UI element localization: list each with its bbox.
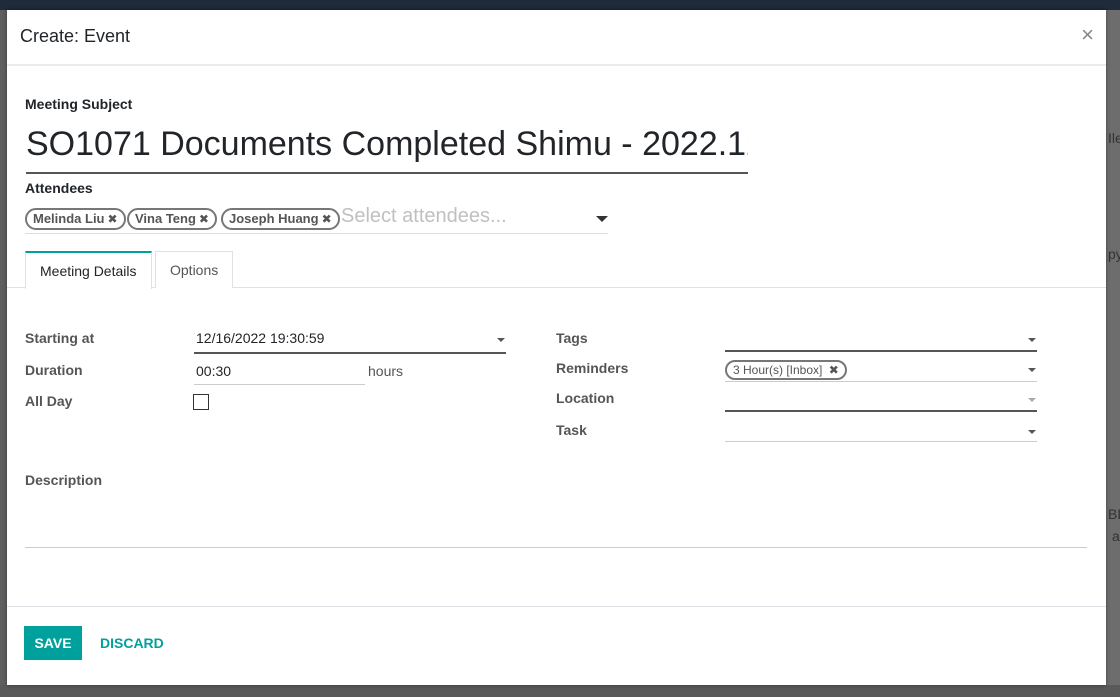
background-text-fragment: py bbox=[1108, 246, 1120, 262]
close-icon[interactable]: × bbox=[1081, 22, 1094, 48]
tab-meeting-details[interactable]: Meeting Details bbox=[25, 251, 152, 289]
remove-tag-icon[interactable]: ✖ bbox=[322, 212, 332, 226]
duration-unit: hours bbox=[368, 363, 404, 379]
starting-at-input[interactable]: 12/16/2022 19:30:59 bbox=[194, 328, 506, 354]
chevron-down-icon[interactable] bbox=[1028, 430, 1036, 434]
all-day-label: All Day bbox=[25, 393, 73, 409]
attendee-tag-label: Melinda Liu bbox=[33, 211, 105, 226]
description-label: Description bbox=[25, 472, 103, 488]
tab-options[interactable]: Options bbox=[155, 251, 234, 288]
save-button[interactable]: SAVE bbox=[24, 626, 82, 660]
meeting-subject-input[interactable]: SO1071 Documents Completed Shimu - 2022.… bbox=[26, 120, 748, 174]
remove-tag-icon[interactable]: ✖ bbox=[829, 363, 839, 377]
background-text-fragment: Ile bbox=[1108, 130, 1120, 146]
background-app-edge bbox=[1106, 10, 1120, 697]
reminder-tag-label: 3 Hour(s) [Inbox] bbox=[733, 363, 823, 377]
attendee-tag-label: Joseph Huang bbox=[229, 211, 319, 226]
discard-button[interactable]: DISCARD bbox=[100, 626, 164, 660]
attendee-tag: Melinda Liu ✖ bbox=[25, 208, 126, 230]
starting-at-value: 12/16/2022 19:30:59 bbox=[196, 330, 325, 346]
location-label: Location bbox=[556, 390, 615, 406]
remove-tag-icon[interactable]: ✖ bbox=[108, 212, 118, 226]
meeting-subject-label: Meeting Subject bbox=[25, 96, 133, 112]
attendee-tag: Vina Teng ✖ bbox=[127, 208, 217, 230]
footer-divider bbox=[7, 606, 1106, 607]
chevron-down-icon[interactable] bbox=[497, 338, 505, 342]
reminders-label: Reminders bbox=[556, 360, 629, 376]
header-divider bbox=[7, 64, 1106, 66]
tags-label: Tags bbox=[556, 330, 588, 346]
duration-input[interactable]: 00:30 bbox=[194, 360, 365, 385]
dialog-header: Create: Event × bbox=[7, 10, 1106, 65]
description-input[interactable] bbox=[25, 500, 1087, 548]
create-event-dialog: Create: Event × Meeting Subject SO1071 D… bbox=[7, 10, 1106, 685]
task-label: Task bbox=[556, 422, 587, 438]
starting-at-label: Starting at bbox=[25, 330, 95, 346]
duration-value: 00:30 bbox=[196, 363, 232, 379]
remove-tag-icon[interactable]: ✖ bbox=[199, 212, 209, 226]
chevron-down-icon[interactable] bbox=[1028, 398, 1036, 402]
chevron-down-icon[interactable] bbox=[596, 216, 608, 222]
all-day-checkbox[interactable] bbox=[193, 394, 209, 410]
attendee-tag: Joseph Huang ✖ bbox=[221, 208, 340, 230]
reminder-tag: 3 Hour(s) [Inbox] ✖ bbox=[725, 360, 847, 380]
duration-label: Duration bbox=[25, 362, 83, 378]
attendee-tag-label: Vina Teng bbox=[135, 211, 196, 226]
background-app-bottom bbox=[0, 685, 1120, 697]
attendees-label: Attendees bbox=[25, 180, 93, 196]
app-top-bar bbox=[0, 0, 1120, 10]
dialog-title: Create: Event bbox=[20, 26, 131, 46]
background-text-fragment: BD bbox=[1108, 506, 1120, 522]
chevron-down-icon[interactable] bbox=[1028, 338, 1036, 342]
location-input[interactable] bbox=[725, 388, 1037, 412]
attendees-placeholder[interactable]: Select attendees... bbox=[341, 205, 507, 228]
attendees-field[interactable]: Melinda Liu ✖ Vina Teng ✖ Joseph Huang ✖ Se… bbox=[25, 205, 608, 234]
tags-input[interactable] bbox=[725, 328, 1037, 352]
chevron-down-icon[interactable] bbox=[1028, 368, 1036, 372]
task-input[interactable] bbox=[725, 420, 1037, 442]
background-text-fragment: a bbox=[1112, 528, 1120, 544]
